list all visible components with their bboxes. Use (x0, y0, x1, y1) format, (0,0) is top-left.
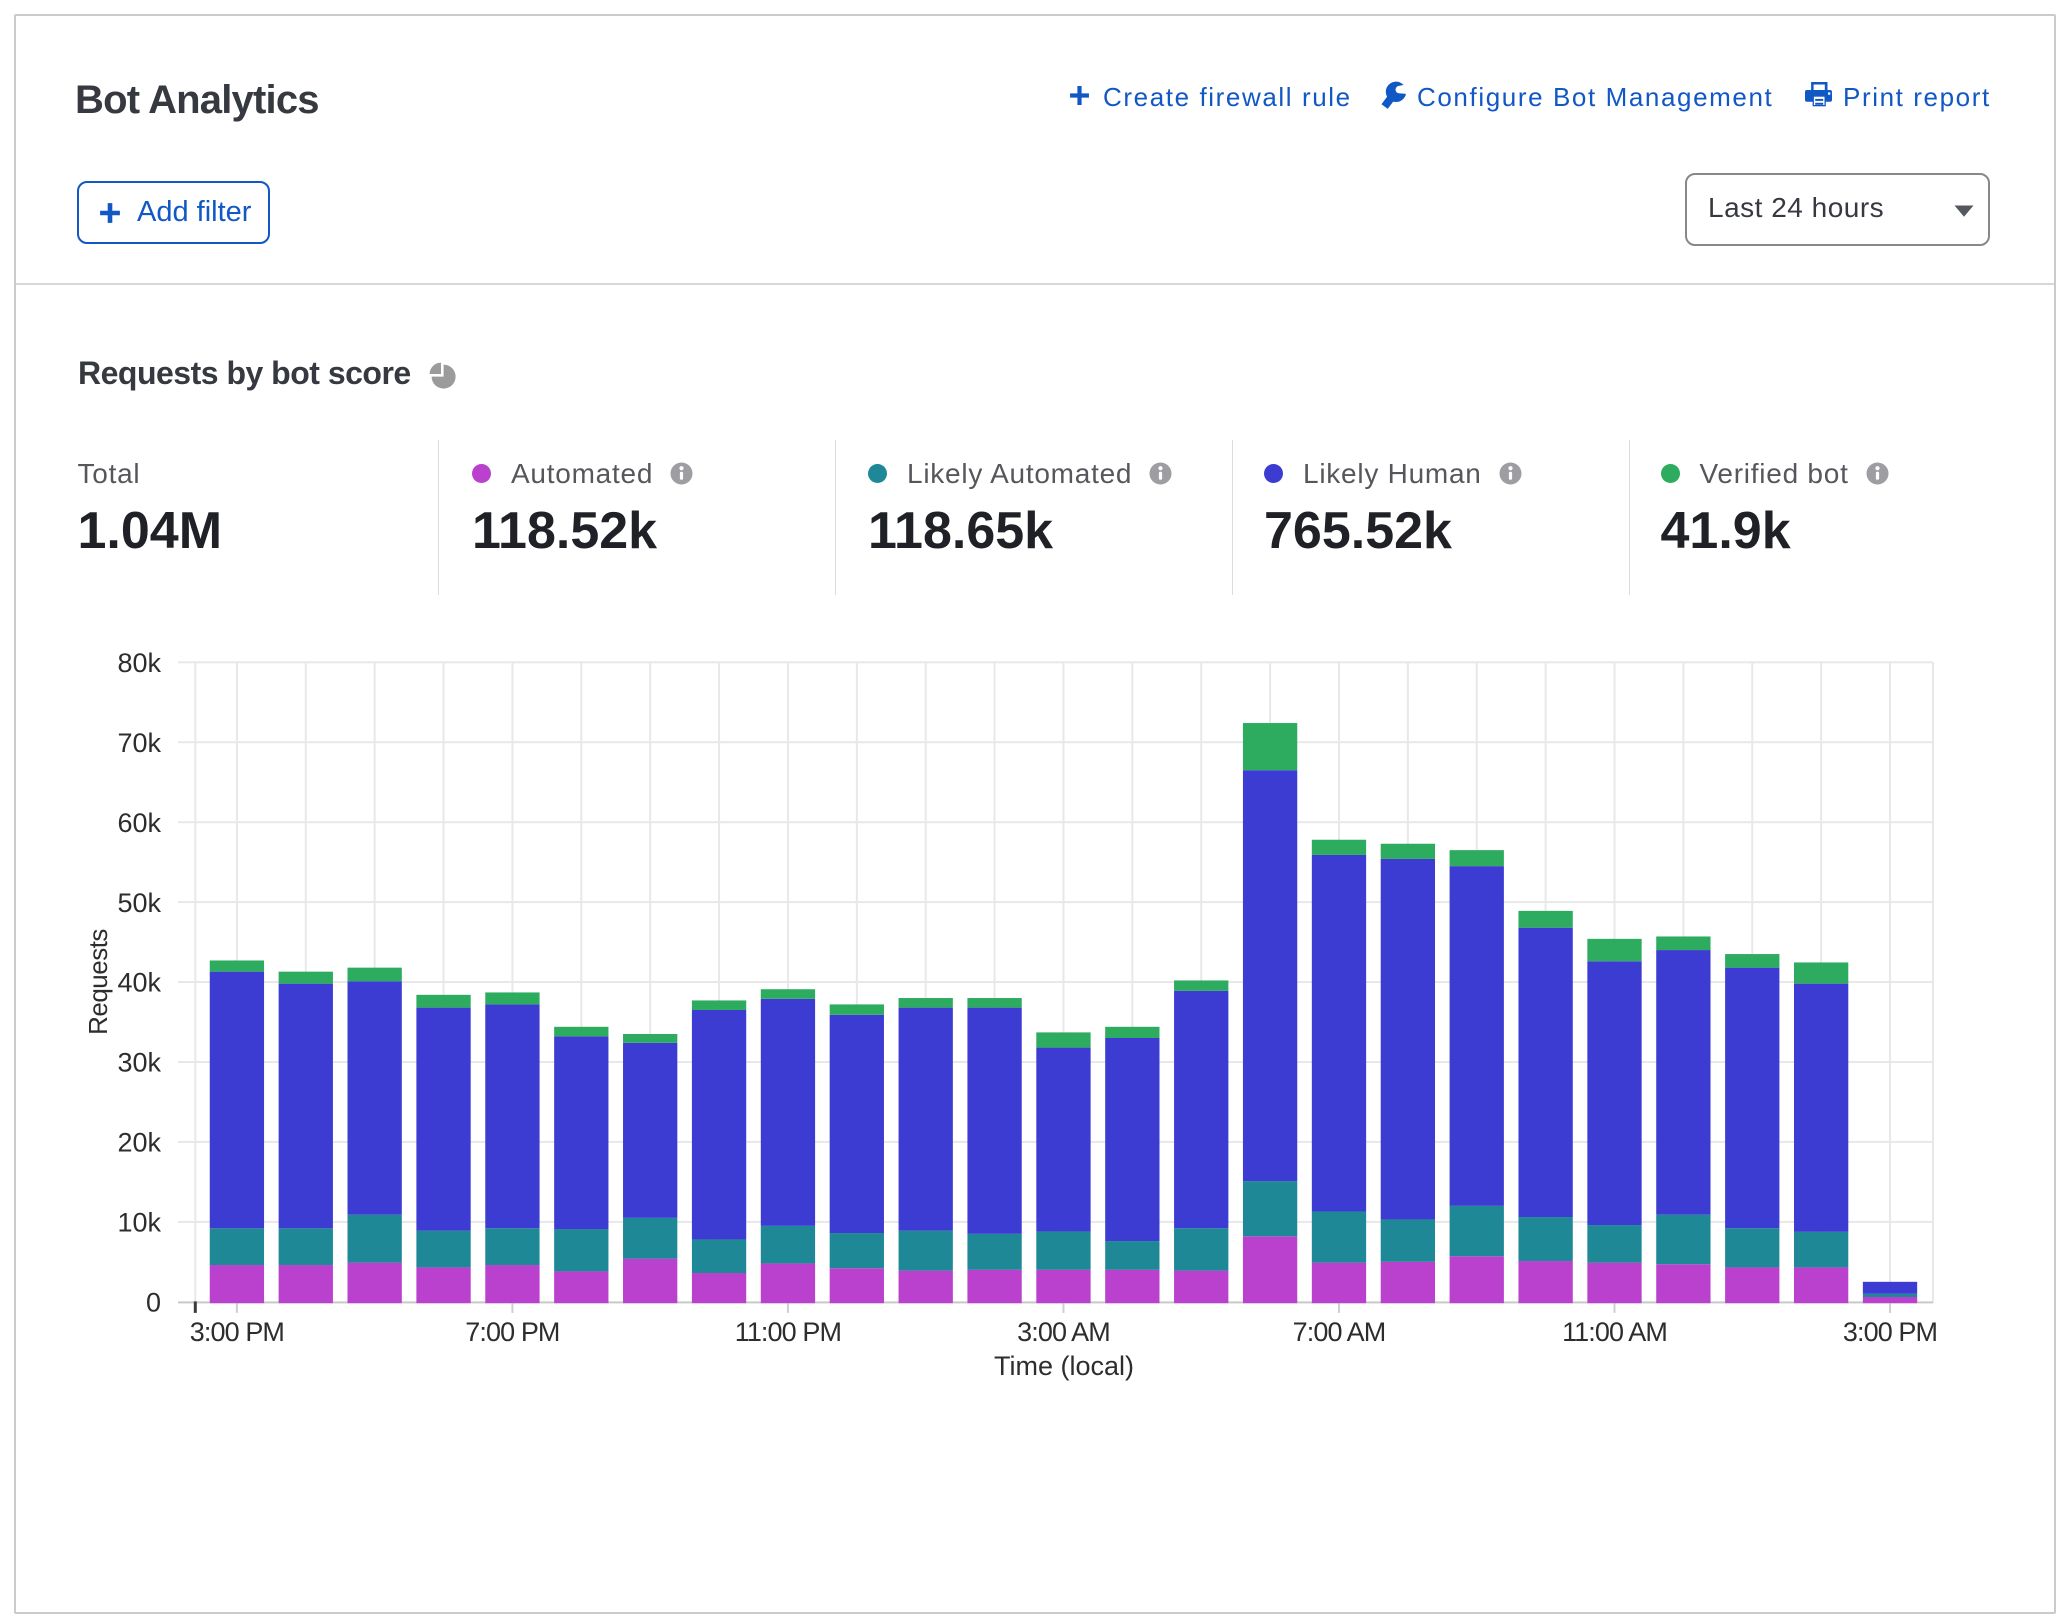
svg-text:20k: 20k (117, 1128, 161, 1158)
svg-text:40k: 40k (117, 968, 161, 998)
svg-text:50k: 50k (117, 888, 161, 918)
svg-text:10k: 10k (117, 1208, 161, 1238)
svg-text:7:00 AM: 7:00 AM (1293, 1317, 1386, 1347)
svg-text:3:00 PM: 3:00 PM (1843, 1317, 1937, 1347)
svg-text:3:00 AM: 3:00 AM (1017, 1317, 1110, 1347)
svg-text:0: 0 (146, 1288, 161, 1318)
svg-text:11:00 PM: 11:00 PM (735, 1317, 841, 1347)
svg-text:3:00 PM: 3:00 PM (190, 1317, 284, 1347)
svg-text:Time (local): Time (local) (994, 1351, 1134, 1381)
svg-text:70k: 70k (117, 728, 161, 758)
svg-text:Requests: Requests (83, 929, 113, 1035)
svg-text:30k: 30k (117, 1048, 161, 1078)
svg-text:11:00 AM: 11:00 AM (1562, 1317, 1667, 1347)
svg-text:80k: 80k (117, 648, 161, 678)
svg-text:7:00 PM: 7:00 PM (465, 1317, 559, 1347)
svg-text:60k: 60k (117, 808, 161, 838)
